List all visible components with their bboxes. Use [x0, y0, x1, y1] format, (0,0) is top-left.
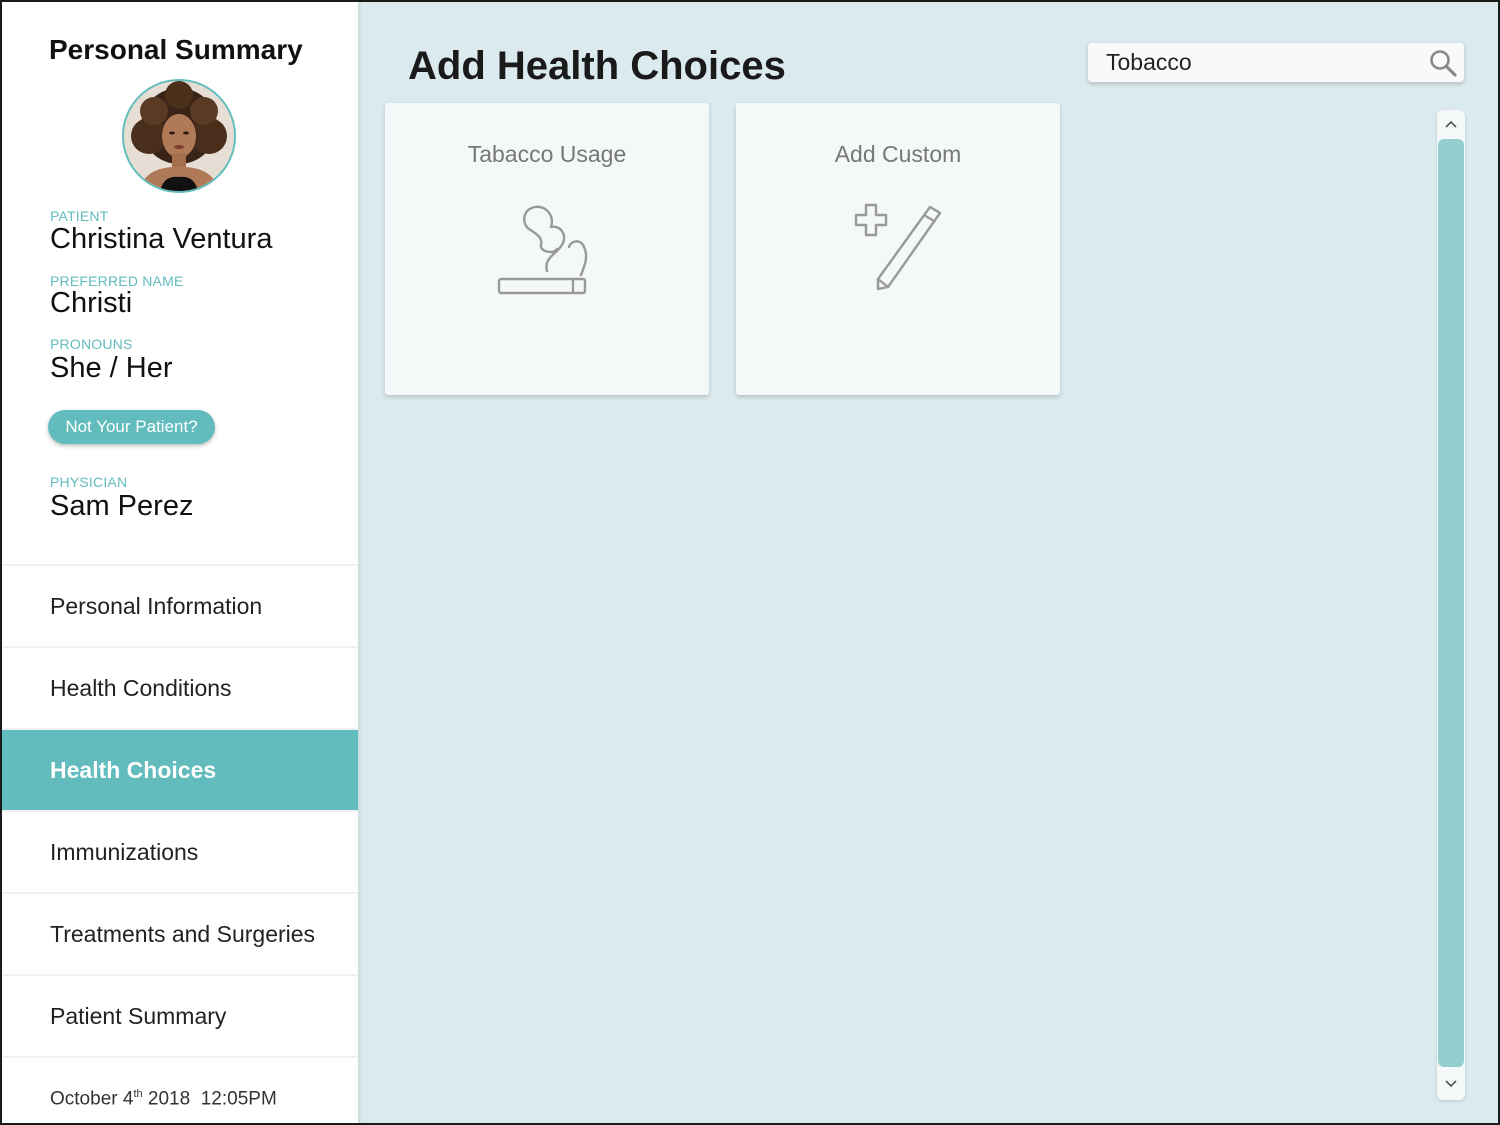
avatar — [122, 79, 236, 193]
search-box — [1088, 43, 1464, 82]
physician-label: PHYSICIAN — [50, 474, 128, 490]
nav-item-personal-information[interactable]: Personal Information — [2, 564, 358, 646]
timestamp: October 4th 2018 12:05PM — [50, 1088, 277, 1110]
card-title: Add Custom — [834, 141, 962, 167]
scrollbar[interactable] — [1437, 110, 1465, 1100]
scroll-thumb[interactable] — [1438, 139, 1464, 1067]
patient-name: Christina Ventura — [50, 223, 273, 255]
scroll-up-icon[interactable] — [1443, 116, 1459, 132]
search-icon[interactable] — [1428, 48, 1458, 78]
page-title: Add Health Choices — [408, 44, 786, 89]
plus-pencil-icon — [854, 203, 942, 291]
tabacco-usage-card[interactable]: Tabacco Usage — [385, 103, 709, 395]
physician-name: Sam Perez — [50, 490, 194, 522]
nav-item-health-conditions[interactable]: Health Conditions — [2, 646, 358, 728]
nav-item-immunizations[interactable]: Immunizations — [2, 810, 358, 892]
pronouns: She / Her — [50, 352, 173, 384]
sidebar: Personal Summary PATIENT Christina Ventu… — [2, 2, 358, 1123]
timestamp-rest: 2018 12:05PM — [142, 1088, 277, 1110]
add-custom-card[interactable]: Add Custom — [736, 103, 1060, 395]
patient-label: PATIENT — [50, 208, 109, 224]
not-your-patient-button[interactable]: Not Your Patient? — [48, 410, 215, 444]
page-title-bold: Health Choices — [496, 44, 786, 88]
main-panel: Add Health Choices Tabacco Usage Add Cus… — [358, 2, 1498, 1123]
nav-item-health-choices[interactable]: Health Choices — [2, 728, 358, 810]
search-input[interactable] — [1106, 43, 1416, 82]
page-title-prefix: Add — [408, 44, 497, 88]
nav-item-patient-summary[interactable]: Patient Summary — [2, 974, 358, 1056]
smoking-cigarette-icon — [497, 205, 588, 295]
timestamp-suffix: th — [133, 1088, 143, 1100]
nav-item-treatments-and-surgeries[interactable]: Treatments and Surgeries — [2, 892, 358, 974]
timestamp-date: October 4 — [50, 1088, 134, 1110]
scroll-down-icon[interactable] — [1443, 1076, 1459, 1092]
app-window: Personal Summary PATIENT Christina Ventu… — [0, 0, 1500, 1125]
preferred-name: Christi — [50, 287, 133, 319]
pronouns-label: PRONOUNS — [50, 336, 133, 352]
card-title: Tabacco Usage — [467, 141, 627, 167]
nav-divider — [2, 1056, 358, 1058]
sidebar-nav: Personal Information Health Conditions H… — [2, 564, 358, 1058]
sidebar-title: Personal Summary — [49, 34, 303, 65]
